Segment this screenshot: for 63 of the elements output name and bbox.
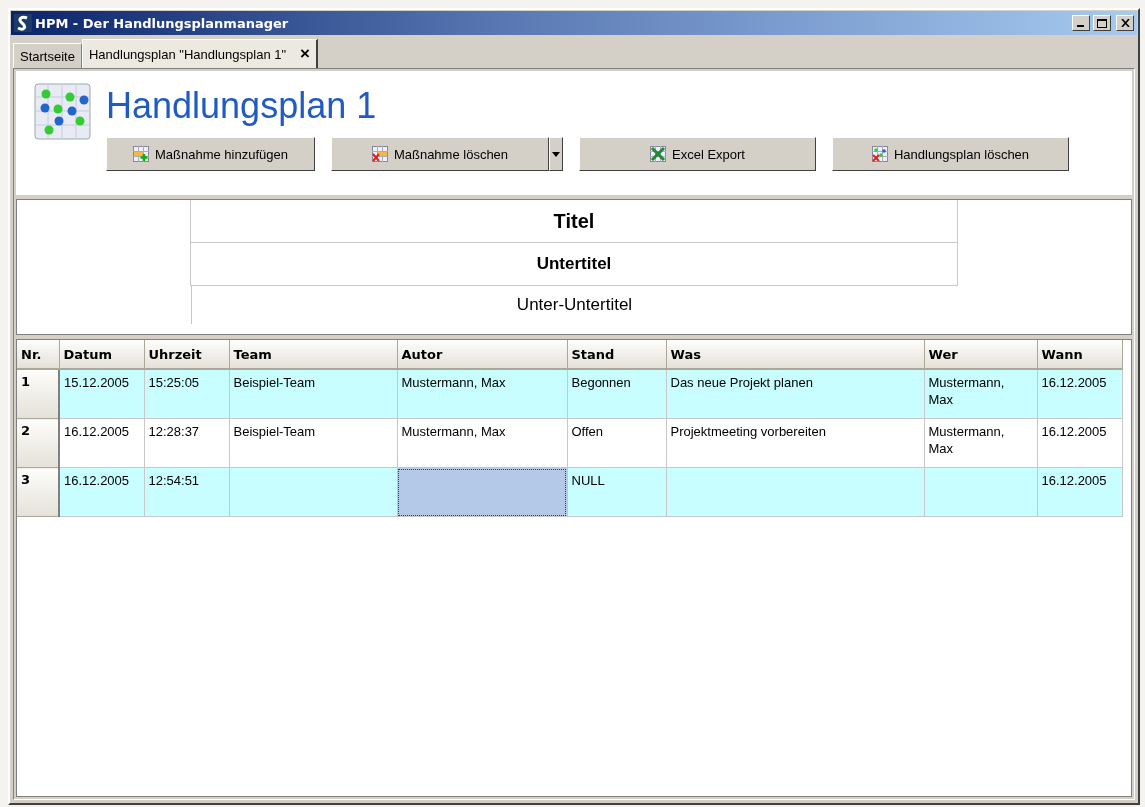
grid-cross-icon [871,146,888,162]
maximize-button[interactable] [1093,15,1111,31]
table-cell[interactable]: 15:25:05 [144,369,229,419]
tab-label: Startseite [20,48,75,64]
dropdown-button[interactable] [549,137,563,171]
table-cell[interactable]: Offen [567,418,666,468]
table-cell[interactable]: 16.12.2005 [59,418,144,468]
table-cell[interactable]: Begonnen [567,369,666,419]
minimize-button[interactable] [1072,15,1090,31]
spreadsheet-export-icon [650,146,666,162]
table-cross-icon [371,146,388,162]
table-cell[interactable]: Beispiel-Team [229,369,397,419]
column-header[interactable]: Wer [924,340,1037,369]
tab-label: Handlungsplan "Handlungsplan 1" [88,46,287,62]
close-button[interactable] [1116,15,1134,31]
column-header[interactable]: Team [229,340,397,369]
table-cell[interactable]: Mustermann, Max [397,418,567,468]
table-cell[interactable]: 12:54:51 [144,467,229,517]
report-subtitle: Untertitel [536,254,612,274]
table-cell[interactable]: Das neue Projekt planen [666,369,924,419]
grid-dots-icon [34,83,92,141]
table-cell[interactable]: 16.12.2005 [59,467,144,517]
window-title: HPM - Der Handlungsplanmanager [35,15,290,31]
row-header[interactable]: 1 [17,369,59,419]
column-header[interactable]: Uhrzeit [144,340,229,369]
column-header[interactable]: Autor [397,340,567,369]
table-cell[interactable]: 16.12.2005 [1037,369,1122,419]
app-logo-icon [14,14,32,32]
column-header[interactable]: Was [666,340,924,369]
table-cell[interactable]: 15.12.2005 [59,369,144,419]
toolbar-button[interactable]: Excel Export [579,137,816,171]
table-cell[interactable]: Projektmeeting vorbereiten [666,418,924,468]
report-title: Titel [553,209,595,233]
close-icon [1120,19,1130,27]
table-cell[interactable] [924,467,1037,517]
table-cell[interactable]: Mustermann, Max [924,418,1037,468]
table-cell[interactable] [229,467,397,517]
table-cell[interactable]: 16.12.2005 [1037,467,1122,517]
table-cell[interactable]: 12:28:37 [144,418,229,468]
table-cell[interactable] [666,467,924,517]
table-cell[interactable]: Beispiel-Team [229,418,397,468]
column-header[interactable]: Wann [1037,340,1122,369]
toolbar-button[interactable]: Maßnahme hinzufügen [106,137,315,171]
column-header[interactable]: Stand [567,340,666,369]
row-header[interactable]: 3 [17,467,59,517]
caret-icon [552,151,560,157]
table-cell[interactable]: NULL [567,467,666,517]
column-header[interactable]: Datum [59,340,144,369]
table-cell[interactable] [397,467,567,517]
table-plus-icon [133,146,149,162]
maximize-icon [1097,18,1107,28]
document-tab[interactable]: Handlungsplan "Handlungsplan 1" × [81,39,318,68]
report-sub-subtitle: Unter-Untertitel [516,295,633,315]
toolbar-button[interactable]: Maßnahme löschen [331,137,549,171]
column-header[interactable]: Nr. [17,340,59,369]
table-cell[interactable]: Mustermann, Max [924,369,1037,419]
table-cell[interactable]: Mustermann, Max [397,369,567,419]
tab-close-button[interactable]: × [300,44,310,64]
plan-title: Handlungsplan 1 [106,84,378,128]
row-header[interactable]: 2 [17,418,59,468]
document-tab[interactable]: Startseite [13,43,82,68]
toolbar-button[interactable]: Handlungsplan löschen [832,137,1069,171]
table-cell[interactable]: 16.12.2005 [1037,418,1122,468]
